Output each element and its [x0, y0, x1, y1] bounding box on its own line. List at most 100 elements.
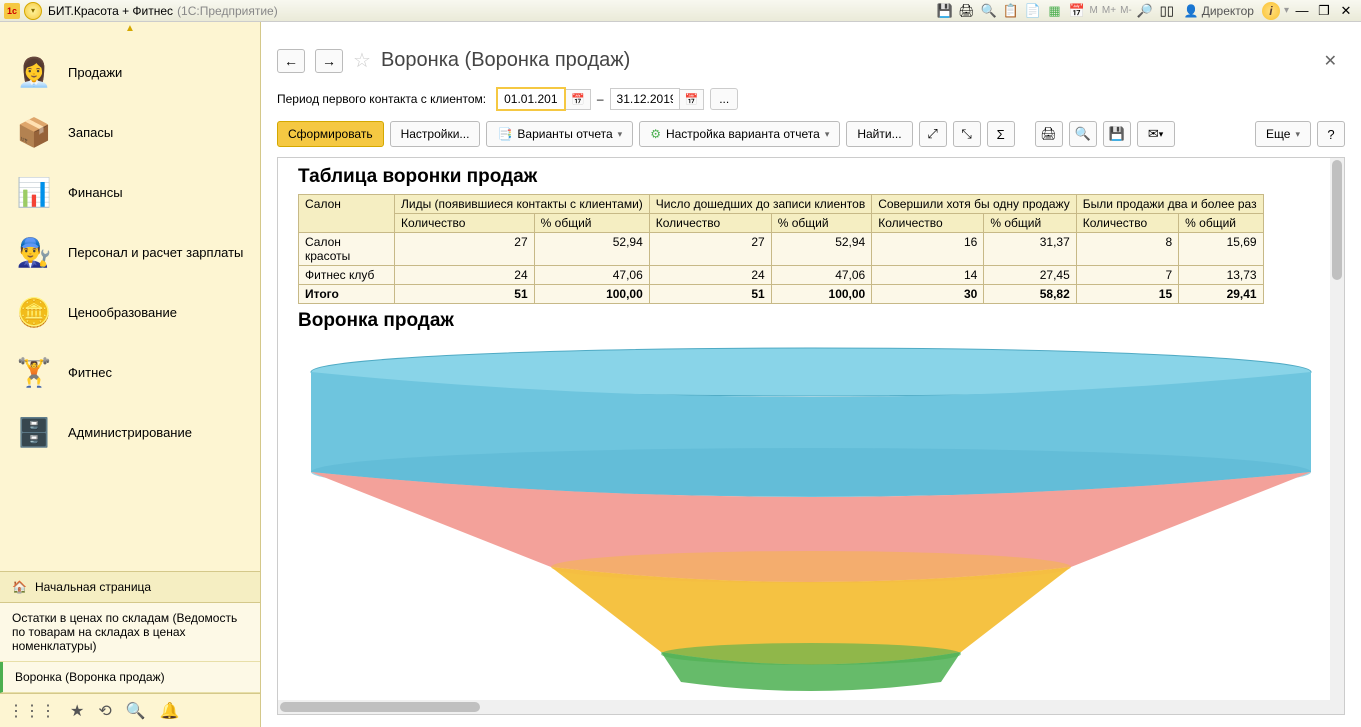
expand-icon[interactable]: ⤢ — [919, 121, 947, 147]
payroll-icon: 👨‍🔧 — [14, 232, 54, 272]
sidebar-item-label: Финансы — [68, 185, 123, 200]
chevron-down-icon: ▾ — [618, 129, 623, 140]
col-group: Лиды (появившиеся контакты с клиентами) — [395, 195, 650, 214]
col-qty: Количество — [872, 214, 984, 233]
sales-icon: 👩‍💼 — [14, 52, 54, 92]
save-icon[interactable]: 💾 — [935, 1, 955, 21]
scrollbar-vertical[interactable] — [1330, 158, 1344, 714]
sidebar-item-admin[interactable]: 🗄️ Администрирование — [0, 402, 260, 462]
preview-icon[interactable]: 🔍 — [979, 1, 999, 21]
find-button[interactable]: Найти... — [846, 121, 912, 147]
print-icon[interactable]: 🖨 — [1035, 121, 1063, 147]
search-icon[interactable]: 🔍 — [126, 701, 146, 721]
home-icon: 🏠 — [12, 580, 27, 594]
zoom-icon[interactable]: 🔎 — [1135, 1, 1155, 21]
user-label[interactable]: 👤 Директор — [1178, 4, 1260, 18]
app-menu-dropdown[interactable]: ▾ — [24, 2, 42, 20]
notifications-icon[interactable]: 🔔 — [160, 701, 180, 721]
sidebar-item-label: Фитнес — [68, 365, 112, 380]
chevron-down-icon: ▾ — [1295, 129, 1300, 140]
scrollbar-horizontal[interactable] — [278, 700, 1330, 714]
save-report-icon[interactable]: 💾 — [1103, 121, 1131, 147]
date-from-wrapper: 📅 — [496, 87, 591, 111]
page-title: Воронка (Воронка продаж) — [381, 49, 630, 72]
report-variants-button[interactable]: 📑 Варианты отчета ▾ — [486, 121, 633, 147]
date-from-input[interactable] — [496, 87, 566, 111]
table-total-row[interactable]: Итого 51100,00 51100,00 3058,82 1529,41 — [299, 285, 1264, 304]
table-row[interactable]: Салон красоты 2752,94 2752,94 1631,37 81… — [299, 233, 1264, 266]
restore-icon[interactable]: ❐ — [1314, 1, 1334, 21]
stock-icon: 📦 — [14, 112, 54, 152]
more-button[interactable]: Еще ▾ — [1255, 121, 1311, 147]
user-name: Директор — [1202, 4, 1254, 18]
more-label: Еще — [1266, 127, 1290, 141]
home-row[interactable]: 🏠 Начальная страница — [0, 571, 260, 603]
date-to-input[interactable] — [610, 88, 680, 110]
favorite-toggle-icon[interactable]: ☆ — [353, 48, 371, 73]
sidebar-item-payroll[interactable]: 👨‍🔧 Персонал и расчет зарплаты — [0, 222, 260, 282]
bottom-bar: ⋮⋮⋮ ★ ⟲ 🔍 🔔 — [0, 693, 260, 727]
period-more-button[interactable]: ... — [710, 88, 738, 110]
variant-settings-button[interactable]: ⚙ Настройка варианта отчета ▾ — [639, 121, 840, 147]
collapse-icon[interactable]: ⤡ — [953, 121, 981, 147]
sidebar-item-fitness[interactable]: 🏋️ Фитнес — [0, 342, 260, 402]
print-icon[interactable]: 🖨 — [957, 1, 977, 21]
col-group: Совершили хотя бы одну продажу — [872, 195, 1077, 214]
app-logo: 1c — [4, 3, 20, 19]
table-title: Таблица воронки продаж — [298, 166, 1324, 188]
report-area: Таблица воронки продаж Салон Лиды (появи… — [277, 157, 1345, 715]
m-plus-button[interactable]: M+ — [1100, 5, 1118, 16]
sidebar-item-label: Администрирование — [68, 425, 192, 440]
back-button[interactable]: ← — [277, 49, 305, 73]
chevron-down-icon: ▾ — [825, 129, 830, 140]
info-dropdown[interactable]: ▾ — [1282, 5, 1291, 16]
form-report-button[interactable]: Сформировать — [277, 121, 384, 147]
sidebar-item-label: Ценообразование — [68, 305, 177, 320]
email-icon[interactable]: ✉ ▾ — [1137, 121, 1175, 147]
favorite-icon[interactable]: ★ — [70, 701, 84, 721]
calendar-icon[interactable]: 📅 — [1067, 1, 1087, 21]
col-group: Число дошедших до записи клиентов — [649, 195, 871, 214]
close-window-icon[interactable]: ✕ — [1336, 1, 1356, 21]
preview-icon[interactable]: 🔍 — [1069, 121, 1097, 147]
forward-button[interactable]: → — [315, 49, 343, 73]
open-window-funnel[interactable]: Воронка (Воронка продаж) — [0, 662, 260, 693]
m-minus-button[interactable]: M- — [1118, 5, 1134, 16]
calendar-from-icon[interactable]: 📅 — [566, 89, 591, 110]
funnel-title: Воронка продаж — [298, 310, 1324, 332]
col-pct: % общий — [534, 214, 649, 233]
col-qty: Количество — [1076, 214, 1178, 233]
sidebar-item-stock[interactable]: 📦 Запасы — [0, 102, 260, 162]
variants-icon: 📑 — [497, 127, 512, 141]
sum-icon[interactable]: Σ — [987, 121, 1015, 147]
settings-button[interactable]: Настройки... — [390, 121, 481, 147]
help-button[interactable]: ? — [1317, 121, 1345, 147]
open-window-stock[interactable]: Остатки в ценах по складам (Ведомость по… — [0, 603, 260, 662]
sidebar-item-label: Запасы — [68, 125, 113, 140]
pricing-icon: 🪙 — [14, 292, 54, 332]
sidebar-item-sales[interactable]: 👩‍💼 Продажи — [0, 42, 260, 102]
sidebar-item-finance[interactable]: 📊 Финансы — [0, 162, 260, 222]
minimize-icon[interactable]: — — [1292, 1, 1312, 21]
title-bar: 1c ▾ БИТ.Красота + Фитнес (1С:Предприяти… — [0, 0, 1361, 22]
apps-icon[interactable]: ⋮⋮⋮ — [8, 701, 56, 721]
table-icon[interactable]: ▦ — [1045, 1, 1065, 21]
fitness-icon: 🏋️ — [14, 352, 54, 392]
sidebar-collapse-icon[interactable]: ▲ — [0, 22, 260, 34]
sidebar-item-pricing[interactable]: 🪙 Ценообразование — [0, 282, 260, 342]
close-page-icon[interactable]: ✕ — [1316, 51, 1345, 71]
calendar-to-icon[interactable]: 📅 — [680, 89, 705, 110]
info-icon[interactable]: i — [1262, 2, 1280, 20]
panels-icon[interactable]: ▯▯ — [1157, 1, 1177, 21]
table-row[interactable]: Фитнес клуб 2447,06 2447,06 1427,45 713,… — [299, 266, 1264, 285]
col-salon: Салон — [299, 195, 395, 233]
sidebar-item-label: Продажи — [68, 65, 122, 80]
home-label: Начальная страница — [35, 580, 151, 594]
history-icon[interactable]: ⟲ — [98, 701, 111, 721]
finance-icon: 📊 — [14, 172, 54, 212]
sidebar-item-label: Персонал и расчет зарплаты — [68, 245, 243, 260]
m-button[interactable]: M — [1088, 5, 1100, 16]
app-title: БИТ.Красота + Фитнес — [48, 4, 173, 18]
doc-icon[interactable]: 📄 — [1023, 1, 1043, 21]
copy-icon[interactable]: 📋 — [1001, 1, 1021, 21]
